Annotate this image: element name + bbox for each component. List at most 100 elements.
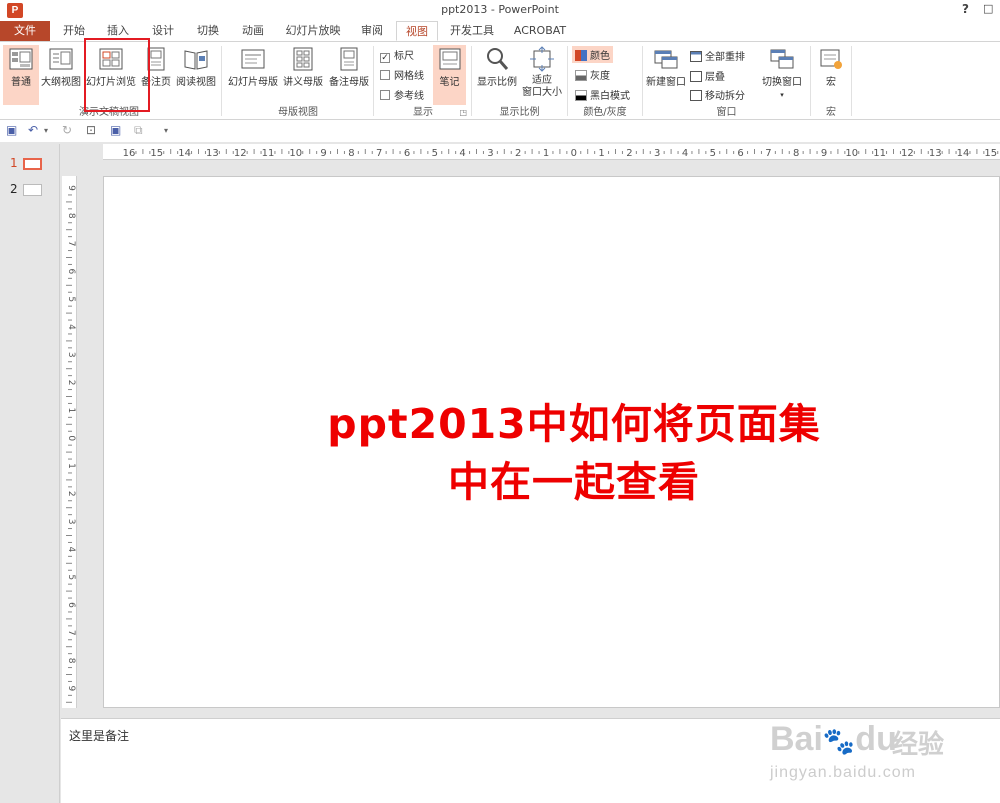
ruler-label: 13 — [206, 148, 219, 159]
ruler-label: 5 — [66, 296, 76, 302]
window-title: ppt2013 - PowerPoint — [441, 3, 559, 16]
ribbon-tab-bar: 文件 开始 插入 设计 切换 动画 幻灯片放映 审阅 视图 开发工具 ACROB… — [0, 21, 1000, 41]
notes-page-button[interactable]: 备注页 — [138, 45, 174, 89]
reading-view-button[interactable]: 阅读视图 — [174, 45, 218, 89]
zoom-button[interactable]: 显示比例 — [475, 45, 519, 89]
group-window: 新建窗口 全部重排 层叠 移动拆分 切换窗口 ▾ 窗口 — [644, 42, 809, 119]
slide-title-text[interactable]: ppt2013中如何将页面集 中在一起查看 — [274, 395, 874, 511]
ruler-label: 8 — [348, 148, 354, 159]
ruler-checkbox[interactable]: ✓ 标尺 — [380, 47, 414, 63]
handout-master-button[interactable]: 讲义母版 — [280, 45, 326, 89]
notes-button[interactable]: 笔记 — [433, 45, 466, 105]
notes-text[interactable]: 这里是备注 — [69, 727, 129, 744]
slide-thumbnail-preview — [23, 184, 42, 196]
ribbon-display-options-button[interactable]: □ — [983, 2, 993, 15]
ruler-label: 1 — [66, 408, 76, 414]
ruler-label: 14 — [957, 148, 970, 159]
tab-acrobat[interactable]: ACROBAT — [508, 21, 572, 41]
slide-thumbnail-preview — [23, 158, 42, 170]
new-window-button[interactable]: 新建窗口 — [644, 45, 688, 89]
ruler-label: 8 — [66, 658, 76, 664]
ruler-checkbox-label: 标尺 — [394, 51, 414, 62]
slide-thumbnail[interactable]: 2 — [0, 181, 60, 197]
new-window-label: 新建窗口 — [646, 77, 686, 88]
save-icon[interactable]: ▣ — [6, 123, 17, 137]
show-dialog-launcher-icon[interactable]: ◳ — [459, 108, 467, 117]
powerpoint-window: P ppt2013 - PowerPoint ? □ 文件 开始 插入 设计 切… — [0, 0, 1000, 803]
undo-dropdown-icon[interactable]: ▾ — [44, 126, 48, 135]
tab-developer[interactable]: 开发工具 — [444, 21, 500, 41]
slide-thumbnail[interactable]: 1 — [0, 155, 60, 171]
new-window-icon — [654, 50, 678, 69]
ruler-label: 6 — [66, 269, 76, 275]
handout-master-icon — [293, 47, 313, 71]
ruler-label: 7 — [376, 148, 382, 159]
ruler-label: 12 — [234, 148, 247, 159]
help-button[interactable]: ? — [962, 2, 969, 16]
tab-animations[interactable]: 动画 — [232, 21, 274, 41]
slide-sorter-button[interactable]: 幻灯片浏览 — [84, 45, 138, 89]
checkbox-icon — [380, 70, 390, 80]
move-split-button[interactable]: 移动拆分 — [690, 87, 745, 102]
switch-windows-button[interactable]: 切换窗口 ▾ — [758, 45, 806, 101]
group-presentation-views: 普通 大纲视图 幻灯片浏览 备注页 阅读视图 演示文稿视图 — [0, 42, 218, 119]
start-from-beginning-icon[interactable]: ⊡ — [86, 123, 96, 137]
ruler-label: 2 — [66, 491, 76, 497]
ruler-label: 0 — [66, 435, 76, 441]
tab-design[interactable]: 设计 — [142, 21, 184, 41]
fit-to-window-button[interactable]: 适应 窗口大小 — [519, 45, 565, 99]
normal-view-button[interactable]: 普通 — [3, 45, 39, 105]
guides-checkbox[interactable]: 参考线 — [380, 87, 424, 102]
paste-icon[interactable]: ⧉ — [134, 123, 143, 138]
group-label-master-views: 母版视图 — [278, 107, 318, 118]
ruler-label: 6 — [404, 148, 410, 159]
tab-file[interactable]: 文件 — [0, 21, 50, 41]
ruler-label: 2 — [66, 380, 76, 386]
magnifier-icon — [487, 48, 509, 70]
notes-master-button[interactable]: 备注母版 — [326, 45, 372, 89]
fit-label: 适应 — [532, 75, 552, 86]
ruler-label: 1 — [66, 463, 76, 469]
group-label-zoom: 显示比例 — [499, 107, 540, 118]
redo-icon[interactable]: ↻ — [62, 123, 72, 137]
handout-master-label: 讲义母版 — [283, 77, 323, 88]
outline-view-button[interactable]: 大纲视图 — [40, 45, 82, 89]
color-button[interactable]: 颜色 — [572, 46, 613, 63]
tab-home[interactable]: 开始 — [52, 21, 96, 41]
quick-access-toolbar: ▣ ↶ ▾ ↻ ⊡ ▣ ⧉ ▾ — [0, 120, 1000, 142]
ruler-label: 15 — [150, 148, 163, 159]
ruler-label: 3 — [66, 519, 76, 525]
tab-slide-show[interactable]: 幻灯片放映 — [280, 21, 346, 41]
notes-page-icon — [147, 47, 165, 71]
group-master-views: 幻灯片母版 讲义母版 备注母版 母版视图 — [224, 42, 372, 119]
tab-review[interactable]: 审阅 — [352, 21, 392, 41]
group-label-macros: 宏 — [826, 107, 836, 118]
slide-canvas[interactable]: ppt2013中如何将页面集 中在一起查看 — [103, 176, 1000, 708]
cascade-button[interactable]: 层叠 — [690, 68, 725, 83]
zoom-label: 显示比例 — [477, 77, 517, 88]
tab-insert[interactable]: 插入 — [98, 21, 138, 41]
ruler-label: 16 — [123, 148, 136, 159]
ruler-label: 7 — [765, 148, 771, 159]
macros-button[interactable]: 宏 — [814, 45, 848, 89]
ruler-label: 1 — [543, 148, 549, 159]
group-color-grayscale: 颜色 灰度 黑白模式 颜色/灰度 — [569, 42, 641, 119]
tab-transitions[interactable]: 切换 — [186, 21, 230, 41]
cascade-icon — [690, 71, 702, 82]
grayscale-button[interactable]: 灰度 — [575, 67, 610, 82]
group-macros: 宏 宏 — [812, 42, 850, 119]
black-and-white-button[interactable]: 黑白模式 — [575, 87, 630, 102]
notes-page-label: 备注页 — [141, 77, 171, 88]
notes-master-label: 备注母版 — [329, 77, 369, 88]
customize-qat-icon[interactable]: ▾ — [164, 126, 168, 135]
cascade-label: 层叠 — [705, 72, 725, 83]
notes-pane[interactable]: 这里是备注 — [61, 718, 1000, 803]
vertical-ruler: 9 8 7 6 5 4 3 2 1 0 1 2 3 4 5 6 7 8 9 — [62, 176, 77, 708]
slide-master-button[interactable]: 幻灯片母版 — [226, 45, 280, 89]
arrange-all-button[interactable]: 全部重排 — [690, 48, 745, 63]
tab-view[interactable]: 视图 — [396, 21, 438, 41]
save-as-icon[interactable]: ▣ — [110, 123, 121, 137]
undo-icon[interactable]: ↶ — [28, 123, 38, 137]
gridlines-checkbox[interactable]: 网格线 — [380, 67, 424, 82]
horizontal-ruler-ticks: 16 15 14 13 12 11 10 9 8 7 6 5 4 3 2 1 0 1 2 3 4 5 6 7 8 9 10 11 12 1… — [123, 148, 999, 159]
